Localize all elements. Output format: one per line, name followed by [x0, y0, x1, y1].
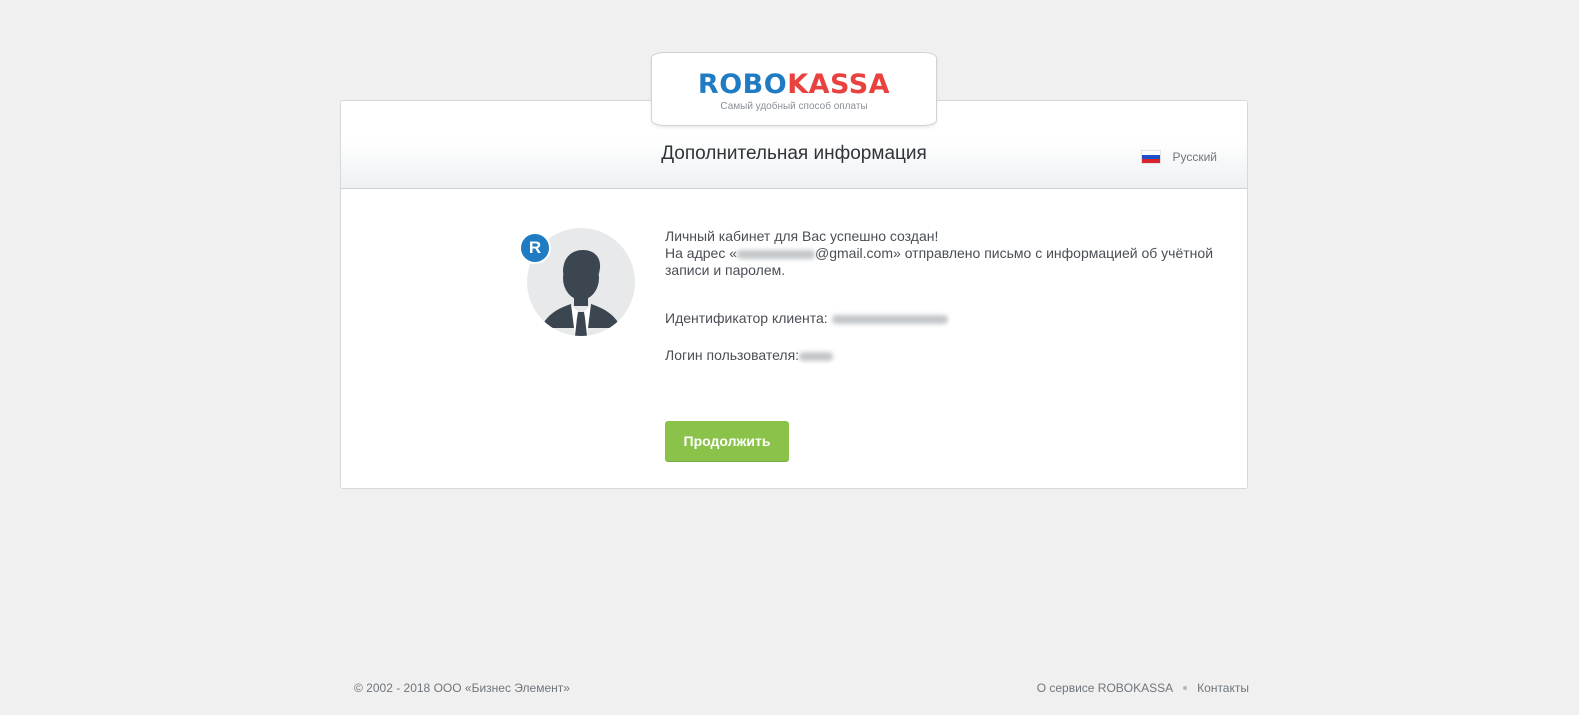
r-badge-icon: R — [519, 232, 551, 264]
client-id-row: Идентификатор клиента: xxxxxxxxxx — [665, 310, 1225, 327]
avatar-wrap: R — [519, 228, 635, 336]
logo-tagline: Самый удобный способ оплаты — [720, 101, 868, 112]
footer-separator — [1183, 686, 1188, 690]
page-title: Дополнительная информация — [661, 143, 927, 164]
footer-copyright: © 2002 - 2018 ООО «Бизнес Элемент» — [354, 681, 570, 695]
russia-flag-icon — [1142, 151, 1161, 163]
email-notice-prefix: На адрес « — [665, 245, 737, 261]
client-id-value-redacted: xxxxxxxxxx — [831, 314, 948, 324]
language-label: Русский — [1172, 150, 1217, 164]
robokassa-logo: ROBOKASSA — [697, 69, 891, 100]
login-row: Логин пользователя:xxxx — [665, 347, 1225, 364]
info-card: Дополнительная информация Русский R Личн… — [340, 100, 1248, 489]
email-redacted: xxxxxxxx — [737, 249, 815, 259]
page: Дополнительная информация Русский R Личн… — [0, 0, 1579, 715]
logo-tab[interactable]: ROBOKASSA Самый удобный способ оплаты — [651, 52, 937, 126]
login-label: Логин пользователя: — [665, 347, 800, 363]
language-selector[interactable]: Русский — [1142, 150, 1217, 164]
footer-links: О сервисе ROBOKASSA Контакты — [1037, 681, 1249, 695]
about-service-link[interactable]: О сервисе ROBOKASSA — [1037, 681, 1173, 695]
email-domain: @gmail.com — [815, 245, 894, 261]
success-message: Личный кабинет для Вас успешно создан! — [665, 228, 939, 244]
continue-button[interactable]: Продолжить — [665, 421, 789, 461]
login-value-redacted: xxxx — [799, 351, 834, 361]
account-info: Личный кабинет для Вас успешно создан! Н… — [665, 228, 1225, 364]
client-id-label: Идентификатор клиента: — [665, 310, 828, 326]
contacts-link[interactable]: Контакты — [1197, 681, 1249, 695]
email-notice: На адрес «xxxxxxxx@gmail.com» отправлено… — [665, 245, 1225, 279]
